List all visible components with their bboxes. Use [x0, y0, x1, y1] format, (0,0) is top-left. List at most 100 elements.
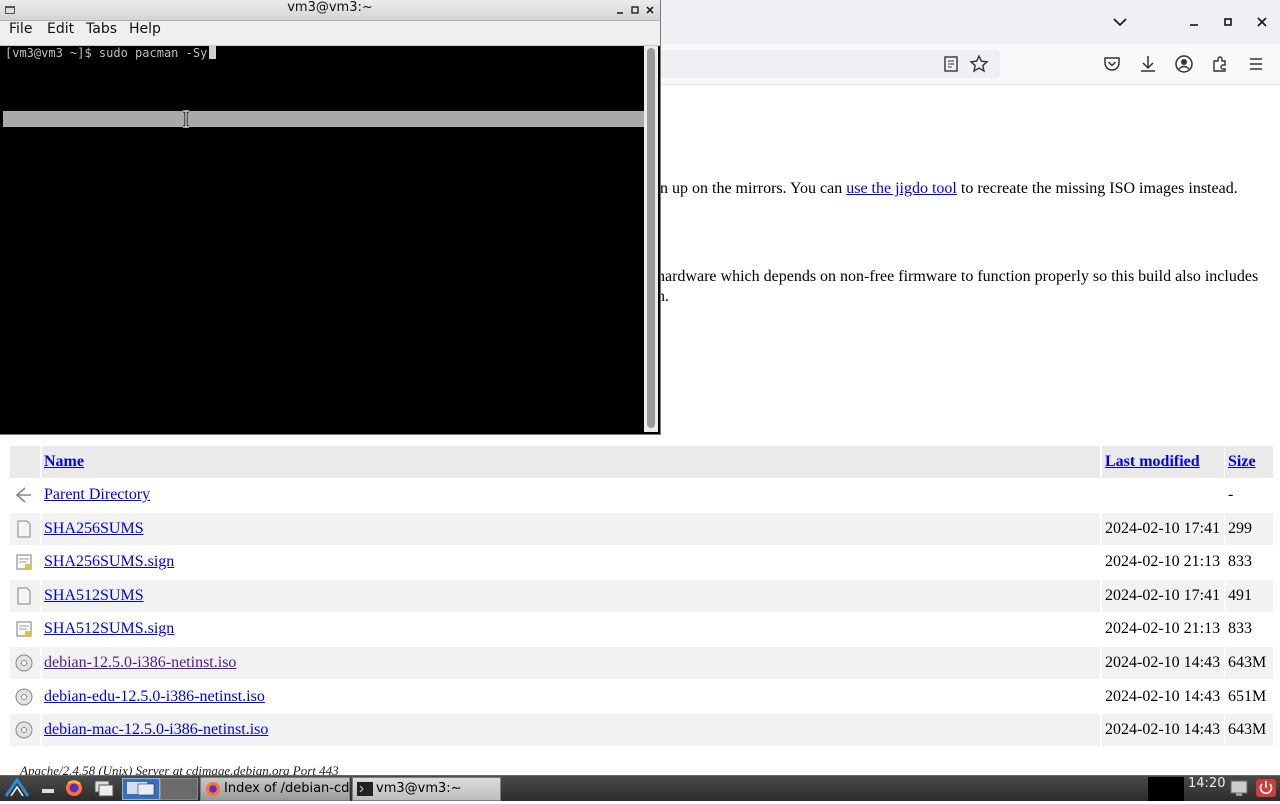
sort-by-size-link[interactable]: Size: [1228, 453, 1256, 470]
paragraph-text: to recreate the missing ISO images inste…: [956, 180, 1238, 197]
name-cell: SHA512SUMS: [42, 579, 1100, 612]
modified-cell: 2024-02-10 14:43: [1102, 714, 1224, 747]
name-cell: debian-12.5.0-i386-netinst.iso: [42, 647, 1100, 679]
sort-by-name-link[interactable]: Name: [44, 453, 84, 470]
modified-cell: [1102, 479, 1224, 511]
show-desktop-icon[interactable]: [38, 778, 60, 798]
prompt-text: [vm3@vm3 ~]$ sudo pacman -Sy: [5, 46, 208, 60]
account-icon[interactable]: [1172, 52, 1196, 76]
name-cell: debian-mac-12.5.0-i386-netinst.iso: [42, 714, 1100, 747]
power-icon[interactable]: [1255, 778, 1277, 798]
workspace-2-icon[interactable]: [160, 778, 198, 800]
paragraph-firmware-line1: hardware which depends on non-free firmw…: [657, 268, 1259, 285]
terminal-icon: [357, 782, 373, 796]
file-link[interactable]: debian-12.5.0-i386-netinst.iso: [44, 654, 236, 671]
pocket-icon[interactable]: [1100, 52, 1124, 76]
table-row: SHA256SUMS.sign 2024-02-10 21:13 833: [10, 546, 1270, 578]
icon-cell: [10, 613, 40, 645]
name-cell: SHA256SUMS: [42, 512, 1100, 545]
terminal-selection-highlight: [3, 111, 644, 127]
terminal-titlebar[interactable]: vm3@vm3:~: [0, 0, 660, 21]
table-row: debian-mac-12.5.0-i386-netinst.iso 2024-0…: [10, 714, 1273, 747]
file-link[interactable]: SHA512SUMS.sign: [44, 620, 174, 637]
modified-cell: 2024-02-10 21:13: [1105, 553, 1221, 571]
size-cell: 643M: [1225, 647, 1273, 679]
terminal-scrollbar[interactable]: [644, 46, 658, 432]
taskbar: Index of /debian-cd... vm3@vm3:~ 14:20: [0, 775, 1280, 801]
terminal-maximize-button[interactable]: [629, 3, 641, 17]
downloads-icon[interactable]: [1136, 52, 1160, 76]
icon-cell: [10, 681, 40, 713]
terminal-close-button[interactable]: [644, 3, 656, 17]
table-header-row: Name Last modified Size: [10, 446, 1273, 478]
name-cell: SHA512SUMS.sign: [42, 613, 1100, 645]
signature-file-icon: [14, 552, 34, 572]
workspace-1-icon[interactable]: [122, 778, 160, 800]
task-firefox[interactable]: Index of /debian-cd...: [200, 777, 350, 801]
modified-cell: 2024-02-10 17:41: [1102, 579, 1224, 612]
terminal-menubar: File Edit Tabs Help: [0, 21, 660, 46]
bookmark-star-icon[interactable]: [967, 52, 991, 76]
file-link[interactable]: SHA256SUMS: [44, 520, 144, 537]
size-cell: 833: [1228, 620, 1252, 638]
task-terminal[interactable]: vm3@vm3:~: [352, 777, 501, 801]
menu-edit[interactable]: Edit: [47, 21, 74, 37]
file-manager-icon[interactable]: [93, 778, 115, 798]
disc-icon: [14, 687, 34, 707]
file-link[interactable]: SHA512SUMS: [44, 587, 144, 604]
table-row: Parent Directory -: [10, 479, 1270, 511]
hamburger-menu-icon[interactable]: [1244, 52, 1268, 76]
scrollbar-thumb[interactable]: [647, 48, 655, 428]
sort-by-modified-link[interactable]: Last modified: [1105, 453, 1200, 470]
name-cell: debian-edu-12.5.0-i386-netinst.iso: [42, 681, 1100, 713]
modified-cell: 2024-02-10 17:41: [1102, 512, 1224, 545]
terminal-cursor: [209, 46, 217, 59]
task-label: Index of /debian-cd...: [224, 781, 350, 796]
start-menu-icon[interactable]: [4, 777, 30, 798]
header-size-cell: Size: [1225, 446, 1273, 478]
size-cell: 491: [1225, 579, 1273, 612]
name-cell: Parent Directory: [42, 479, 1100, 511]
minimize-button[interactable]: [1182, 10, 1206, 34]
icon-cell: [10, 512, 40, 545]
terminal-screen[interactable]: [vm3@vm3 ~]$ sudo pacman -Sy: [2, 46, 644, 432]
reader-view-icon[interactable]: [939, 52, 963, 76]
file-link[interactable]: SHA256SUMS.sign: [44, 553, 174, 570]
lock-screen-icon[interactable]: [1228, 778, 1250, 798]
modified-cell: 2024-02-10 14:43: [1102, 647, 1224, 679]
jigdo-link[interactable]: use the jigdo tool: [846, 180, 957, 197]
icon-cell: [10, 714, 40, 747]
file-link[interactable]: Parent Directory: [44, 486, 150, 503]
menu-file[interactable]: File: [9, 21, 32, 37]
table-row: SHA256SUMS 2024-02-10 17:41 299: [10, 512, 1273, 545]
table-row: debian-12.5.0-i386-netinst.iso 2024-02-10…: [10, 647, 1273, 679]
tab-list-chevron-icon[interactable]: [1108, 10, 1132, 34]
size-cell: 643M: [1225, 714, 1273, 747]
name-cell: SHA256SUMS.sign: [42, 546, 1100, 578]
file-link[interactable]: debian-edu-12.5.0-i386-netinst.iso: [44, 688, 265, 705]
header-name-cell: Name: [42, 446, 1100, 478]
terminal-window: vm3@vm3:~ File Edit Tabs Help [vm3@vm3 ~…: [0, 0, 660, 434]
menu-help[interactable]: Help: [129, 21, 161, 37]
extensions-icon[interactable]: [1208, 52, 1232, 76]
size-cell: 651M: [1228, 687, 1267, 705]
icon-cell: [10, 579, 40, 612]
firefox-launcher-icon[interactable]: [63, 778, 85, 798]
icon-cell: [10, 479, 40, 511]
text-file-icon: [14, 586, 34, 606]
terminal-minimize-button[interactable]: [614, 3, 626, 17]
back-icon: [14, 485, 34, 505]
file-link[interactable]: debian-mac-12.5.0-i386-netinst.iso: [44, 721, 268, 738]
clock[interactable]: 14:20: [1188, 776, 1225, 791]
size-cell: 299: [1225, 512, 1273, 545]
text-file-icon: [14, 519, 34, 539]
firefox-icon: [205, 781, 221, 797]
maximize-button[interactable]: [1216, 10, 1240, 34]
close-button[interactable]: [1250, 10, 1274, 34]
menu-tabs[interactable]: Tabs: [86, 21, 117, 37]
task-label: vm3@vm3:~: [376, 781, 462, 796]
table-row: debian-edu-12.5.0-i386-netinst.iso 2024-0…: [10, 681, 1270, 713]
disc-icon: [14, 720, 34, 740]
size-cell: 833: [1228, 553, 1252, 571]
icon-cell: [10, 647, 40, 679]
